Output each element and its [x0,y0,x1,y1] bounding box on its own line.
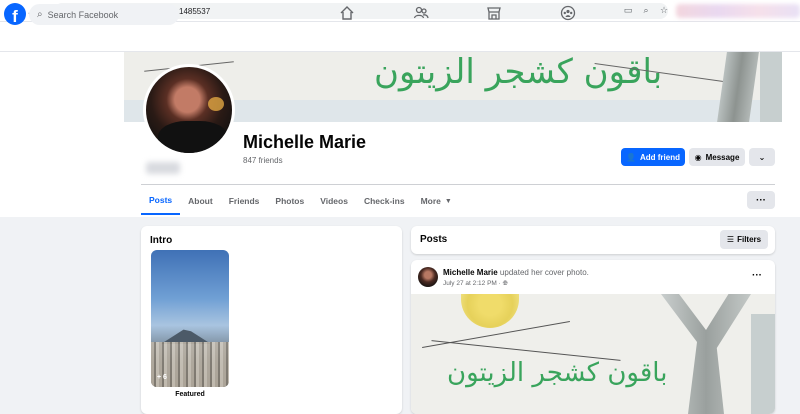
tab-photos[interactable]: Photos [267,187,312,215]
install-app-icon[interactable]: ▭ [622,3,634,17]
featured-count: + 6 [157,374,167,381]
profile-tabs: Posts About Friends Photos Videos Check-… [141,187,460,215]
zoom-icon[interactable]: ⌕ [640,3,652,17]
post-action: updated her cover photo. [499,268,589,277]
avatar-shirt [158,121,228,153]
sliders-icon: ☰ [726,235,735,244]
bookmark-star-icon[interactable]: ☆ [658,3,670,17]
post-image-sun [461,294,519,328]
groups-icon[interactable] [560,5,580,25]
post-image-edge [751,314,775,414]
featured-label: Featured [175,391,205,398]
blurred-info [146,162,180,174]
post-header: Michelle Marie updated her cover photo. [443,268,589,277]
add-person-icon: 👤 [626,152,636,162]
tab-videos[interactable]: Videos [312,187,356,215]
address-bar-actions: ▭ ⌕ ☆ [622,3,670,17]
filters-button[interactable]: ☰ Filters [720,230,768,249]
profile-name: Michelle Marie [243,132,367,152]
post-image[interactable]: باقون كشجر الزيتون [411,294,775,414]
posts-header-card: Posts ☰ Filters [411,226,775,254]
marketplace-icon[interactable] [486,5,506,25]
post-timestamp[interactable]: July 27 at 2:12 PM · 🌐︎ [443,280,508,288]
tab-about[interactable]: About [180,187,221,215]
tab-check-ins[interactable]: Check-ins [356,187,413,215]
post-author-avatar[interactable] [418,267,438,287]
friends-icon[interactable] [413,5,433,25]
facebook-top-bar [0,22,800,52]
home-icon[interactable] [339,5,359,25]
header-divider [141,184,775,185]
add-friend-button[interactable]: 👤 Add friend [621,148,685,166]
more-options-button[interactable]: ⌄ [749,148,775,166]
message-button[interactable]: ◉ Message [689,148,745,166]
featured-photo[interactable]: + 6 [151,250,229,387]
post-card: Michelle Marie updated her cover photo. … [411,260,775,414]
messenger-icon: ◉ [694,152,702,162]
profile-picture[interactable] [143,64,235,156]
search-icon: ⌕ [37,9,43,20]
chevron-down-icon: ⌄ [758,152,766,162]
cover-edge [760,52,782,122]
tab-more[interactable]: More ▼ [413,187,460,215]
search-placeholder: Search Facebook [47,9,119,20]
extensions-area [676,4,800,18]
post-author-name[interactable]: Michelle Marie [443,268,498,277]
posts-title: Posts [420,234,448,245]
post-image-arabic-text: باقون كشجر الزيتون [447,358,668,388]
tabs-more-icon[interactable]: ··· [747,191,775,209]
globe-icon: 🌐︎ [502,280,508,287]
tab-posts[interactable]: Posts [141,187,181,215]
avatar-light [208,97,224,111]
post-options-icon[interactable]: ··· [752,270,762,281]
post-image-tree [661,294,751,414]
friend-count[interactable]: 847 friends [243,156,283,165]
tab-friends[interactable]: Friends [221,187,268,215]
intro-title: Intro [150,235,173,246]
intro-card: Intro + 6 Featured [141,226,402,414]
facebook-logo-icon[interactable]: f [4,3,26,25]
cover-arabic-text: باقون كشجر الزيتون [374,52,663,92]
search-input[interactable]: ⌕ Search Facebook [29,4,179,25]
caret-down-icon: ▼ [444,197,452,205]
